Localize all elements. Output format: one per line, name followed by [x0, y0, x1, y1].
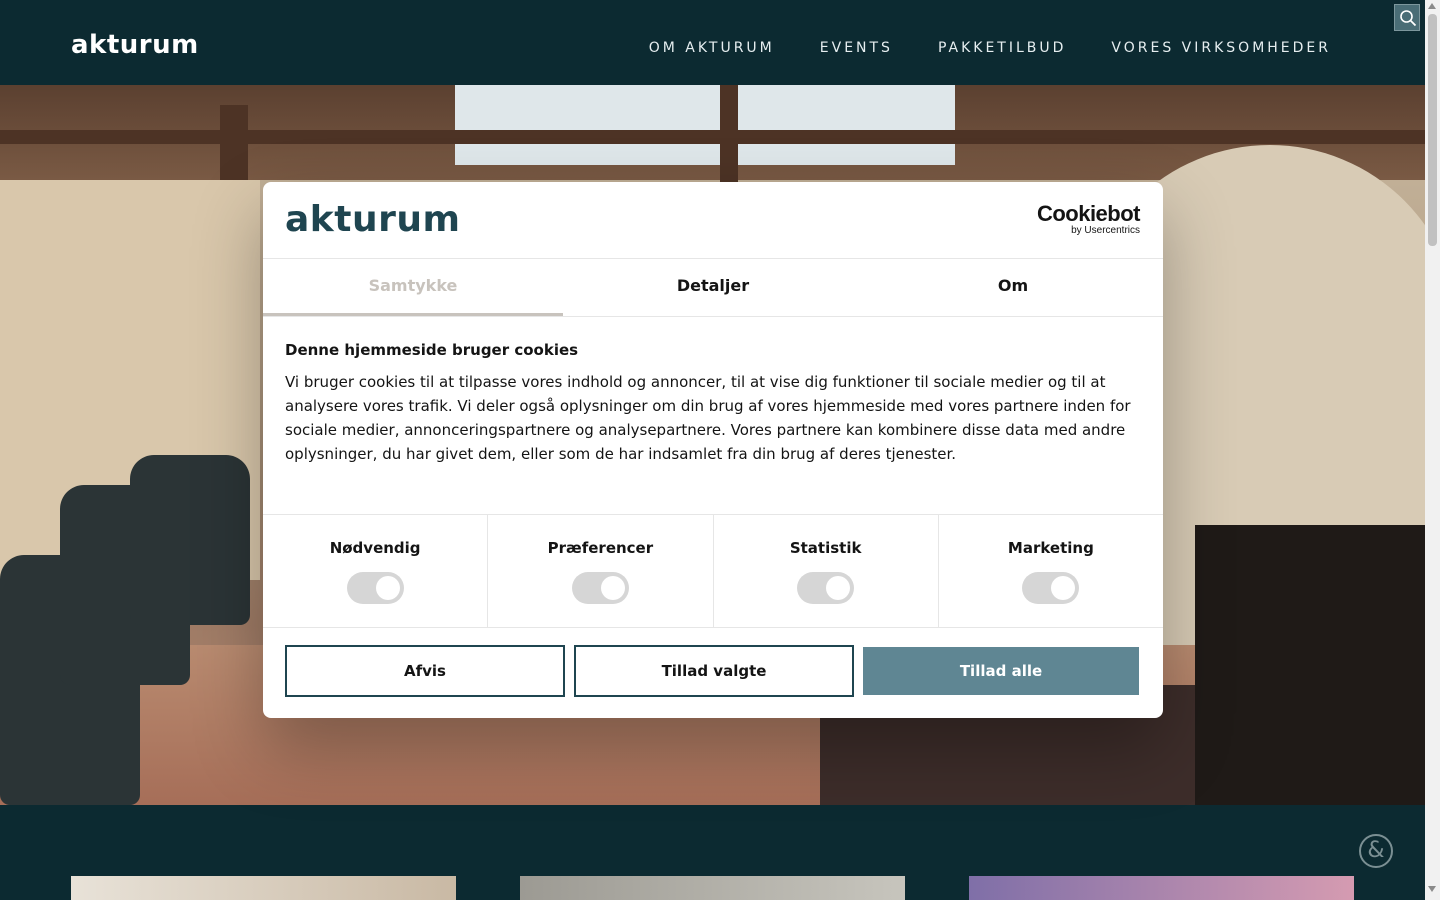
category-preferences: Præferencer	[488, 515, 714, 627]
toggle-knob	[600, 576, 625, 600]
content-card-image[interactable]	[520, 876, 905, 900]
main-nav: OM AKTURUM EVENTS PAKKETILBUD VORES VIRK…	[649, 40, 1331, 56]
category-label: Præferencer	[547, 539, 654, 557]
content-card-image[interactable]	[71, 876, 456, 900]
dialog-title: Denne hjemmeside bruger cookies	[285, 341, 579, 359]
toggle-knob	[375, 576, 400, 600]
tab-detaljer[interactable]: Detaljer	[563, 259, 863, 316]
cookiebot-name: Cookiebot	[1036, 201, 1141, 226]
scroll-down-arrow-icon[interactable]	[1428, 886, 1436, 892]
search-icon	[1400, 10, 1417, 27]
nav-pakketilbud[interactable]: PAKKETILBUD	[938, 40, 1066, 56]
dialog-tabs: Samtykke Detaljer Om	[263, 259, 1163, 317]
scroll-up-arrow-icon[interactable]	[1428, 3, 1436, 9]
dialog-actions: Afvis Tillad valgte Tillad alle	[263, 628, 1163, 697]
cookie-consent-dialog: akturum Cookiebot by Usercentrics Samtyk…	[263, 182, 1163, 718]
allow-all-button[interactable]: Tillad alle	[863, 647, 1139, 695]
category-necessary: Nødvendig	[263, 515, 489, 627]
nav-om-akturum[interactable]: OM AKTURUM	[649, 40, 775, 56]
site-logo[interactable]: akturum	[71, 30, 199, 60]
tab-samtykke[interactable]: Samtykke	[263, 259, 563, 316]
hero-sideboard	[1195, 525, 1425, 805]
cookiebot-sub: by Usercentrics	[1071, 225, 1140, 236]
toggle-knob	[1051, 576, 1076, 600]
nav-vores-virksomheder[interactable]: VORES VIRKSOMHEDER	[1111, 40, 1331, 56]
search-button[interactable]	[1394, 4, 1420, 31]
hero-skylight	[455, 85, 955, 165]
nav-events[interactable]: EVENTS	[820, 40, 893, 56]
consent-categories: Nødvendig Præferencer Statistik Marketin…	[263, 514, 1163, 628]
hero-chair	[130, 455, 250, 625]
hero-beam	[0, 130, 1425, 144]
category-label: Nødvendig	[329, 539, 421, 557]
dialog-header: akturum Cookiebot by Usercentrics	[263, 182, 1163, 259]
dialog-description: Vi bruger cookies til at tilpasse vores …	[285, 373, 1131, 463]
toggle-necessary[interactable]	[346, 572, 404, 604]
category-label: Statistik	[789, 539, 862, 557]
scrollbar[interactable]	[1425, 0, 1440, 900]
decline-button[interactable]: Afvis	[285, 645, 565, 697]
cookiebot-logo[interactable]: Cookiebot by Usercentrics	[1036, 201, 1141, 236]
allow-selected-button[interactable]: Tillad valgte	[574, 645, 854, 697]
scrollbar-thumb[interactable]	[1428, 14, 1437, 246]
category-marketing: Marketing	[939, 515, 1163, 627]
site-header: akturum OM AKTURUM EVENTS PAKKETILBUD VO…	[0, 0, 1425, 85]
toggle-preferences[interactable]	[571, 572, 629, 604]
toggle-marketing[interactable]	[1022, 572, 1080, 604]
dialog-logo: akturum	[285, 199, 461, 240]
tab-om[interactable]: Om	[863, 259, 1163, 316]
toggle-statistics[interactable]	[797, 572, 855, 604]
category-label: Marketing	[1007, 539, 1094, 557]
cookie-widget-icon[interactable]: &	[1359, 834, 1393, 868]
content-card-image[interactable]	[969, 876, 1354, 900]
toggle-knob	[826, 576, 851, 600]
category-statistics: Statistik	[714, 515, 939, 627]
dialog-body: Denne hjemmeside bruger cookies Vi bruge…	[263, 317, 1163, 514]
